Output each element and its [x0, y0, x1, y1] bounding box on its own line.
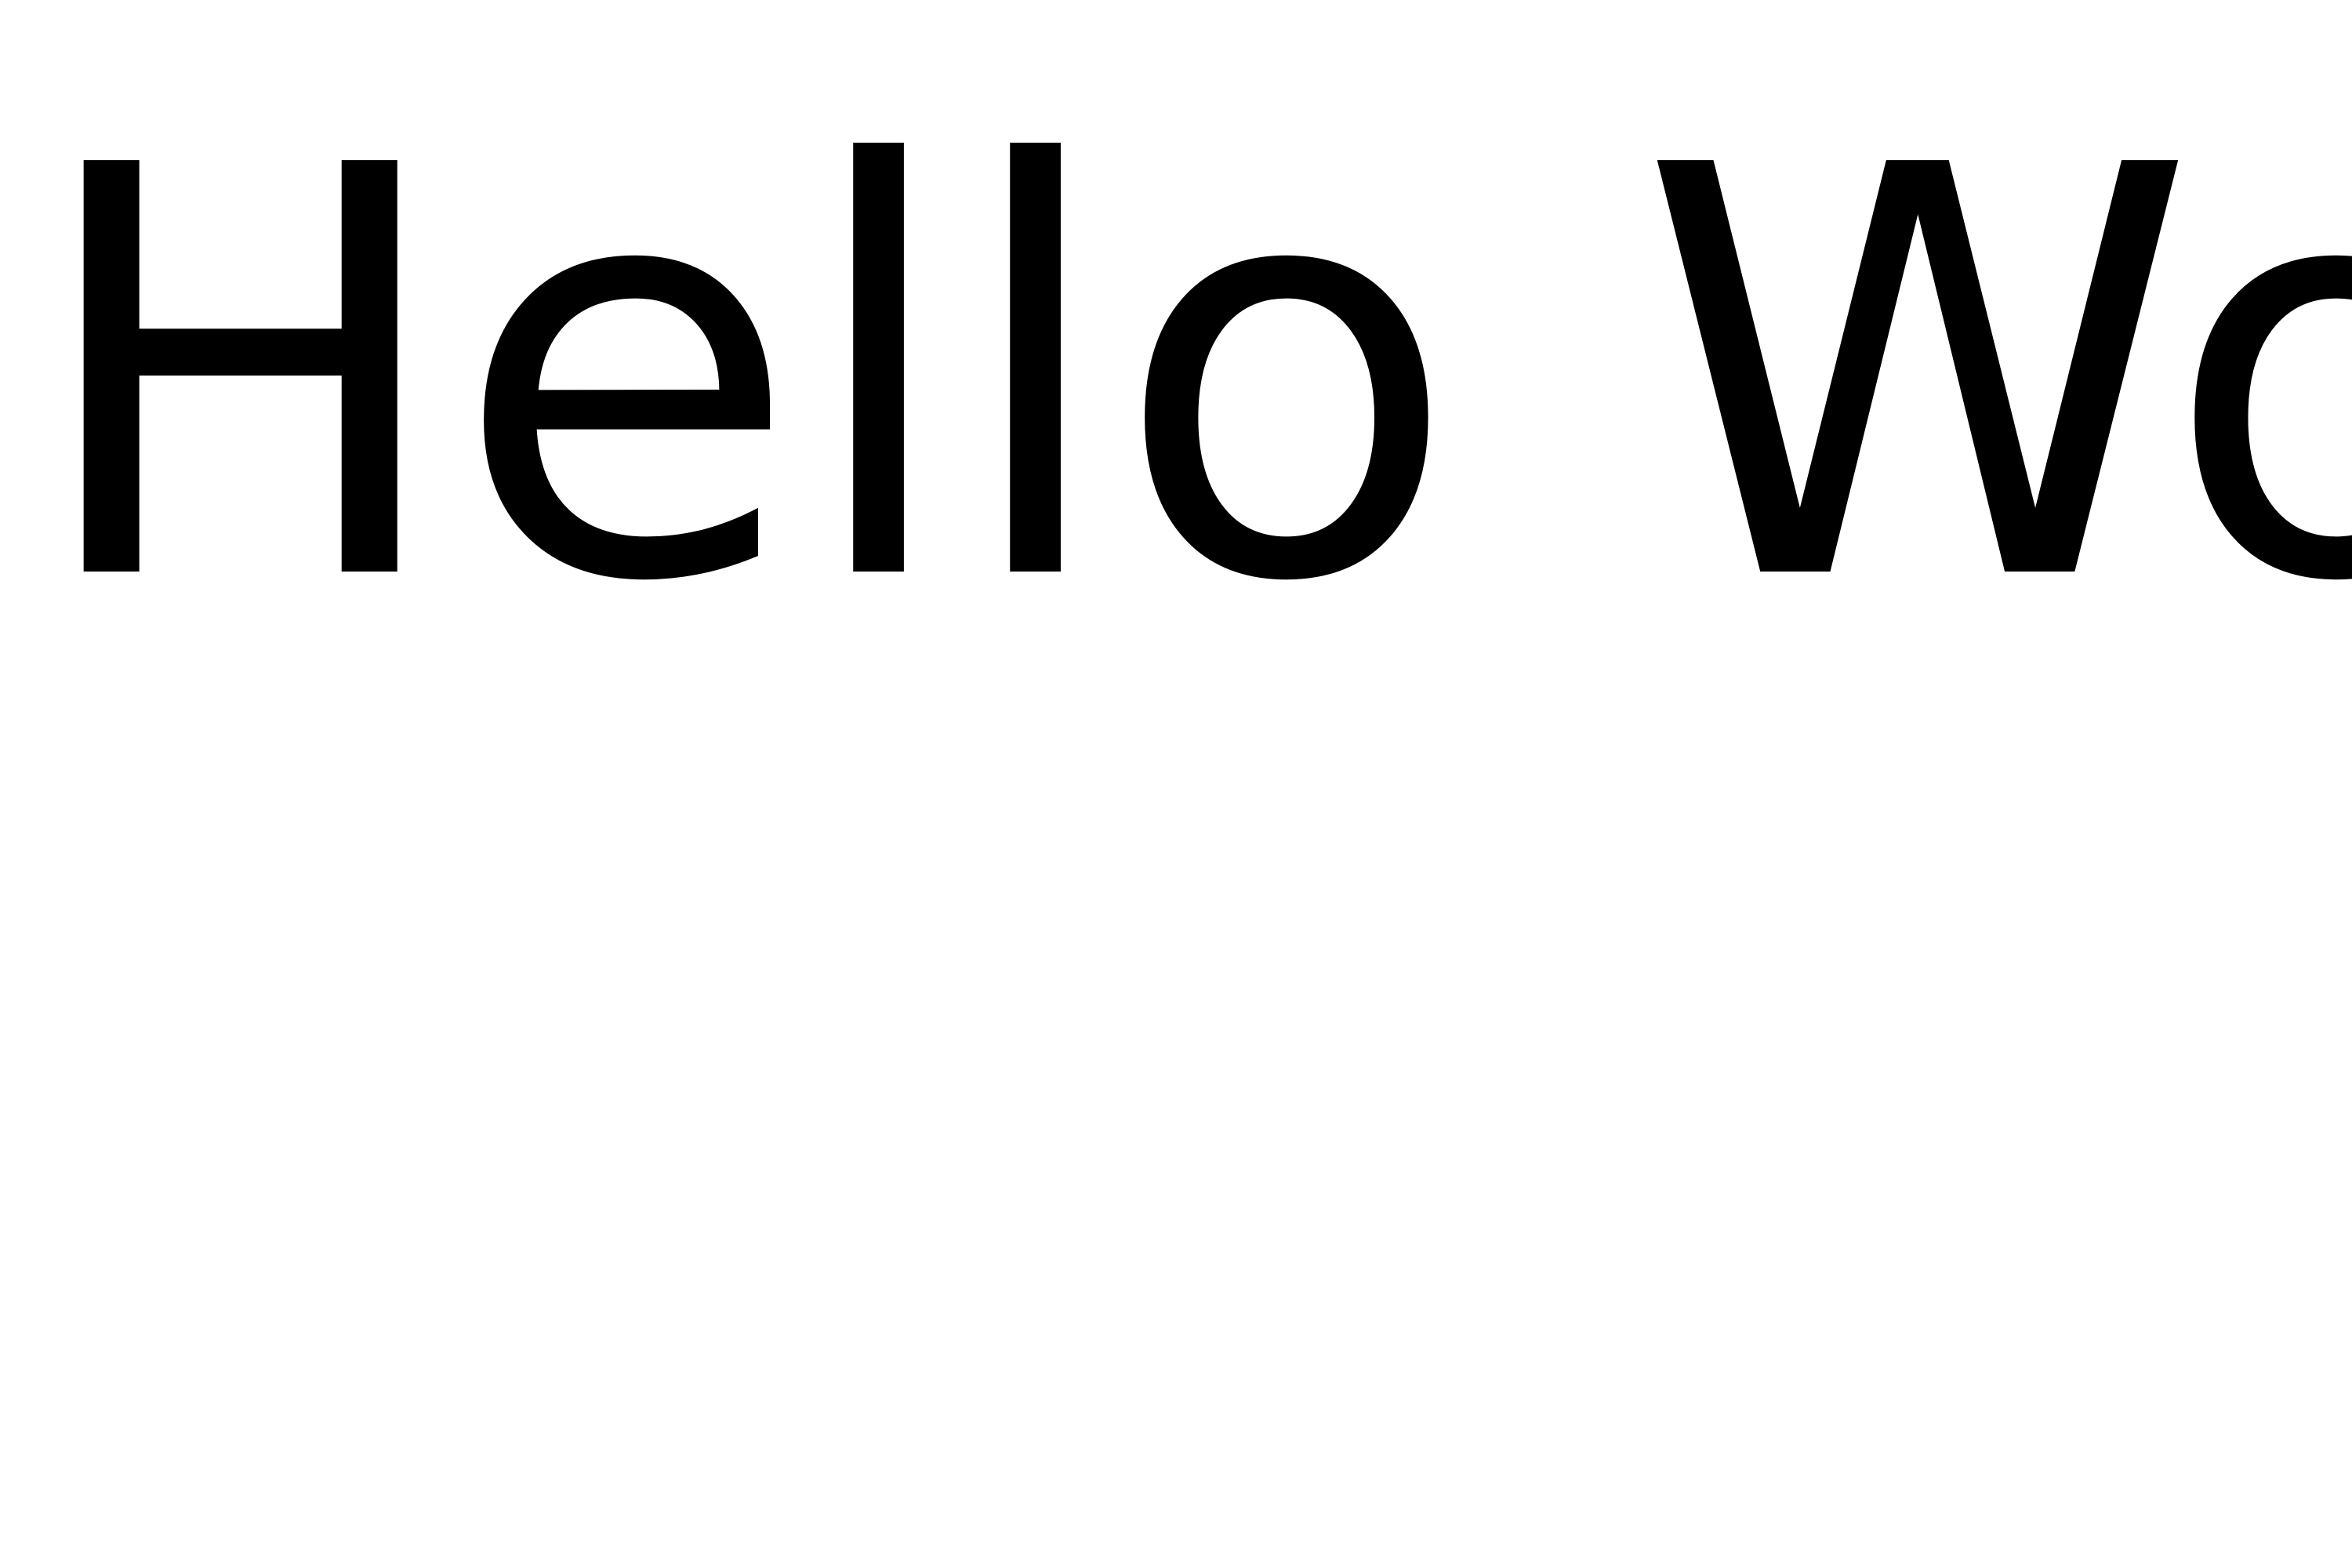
page-heading: Hello Wo: [28, 48, 2352, 705]
page-canvas: Hello Wo: [0, 0, 2352, 1568]
